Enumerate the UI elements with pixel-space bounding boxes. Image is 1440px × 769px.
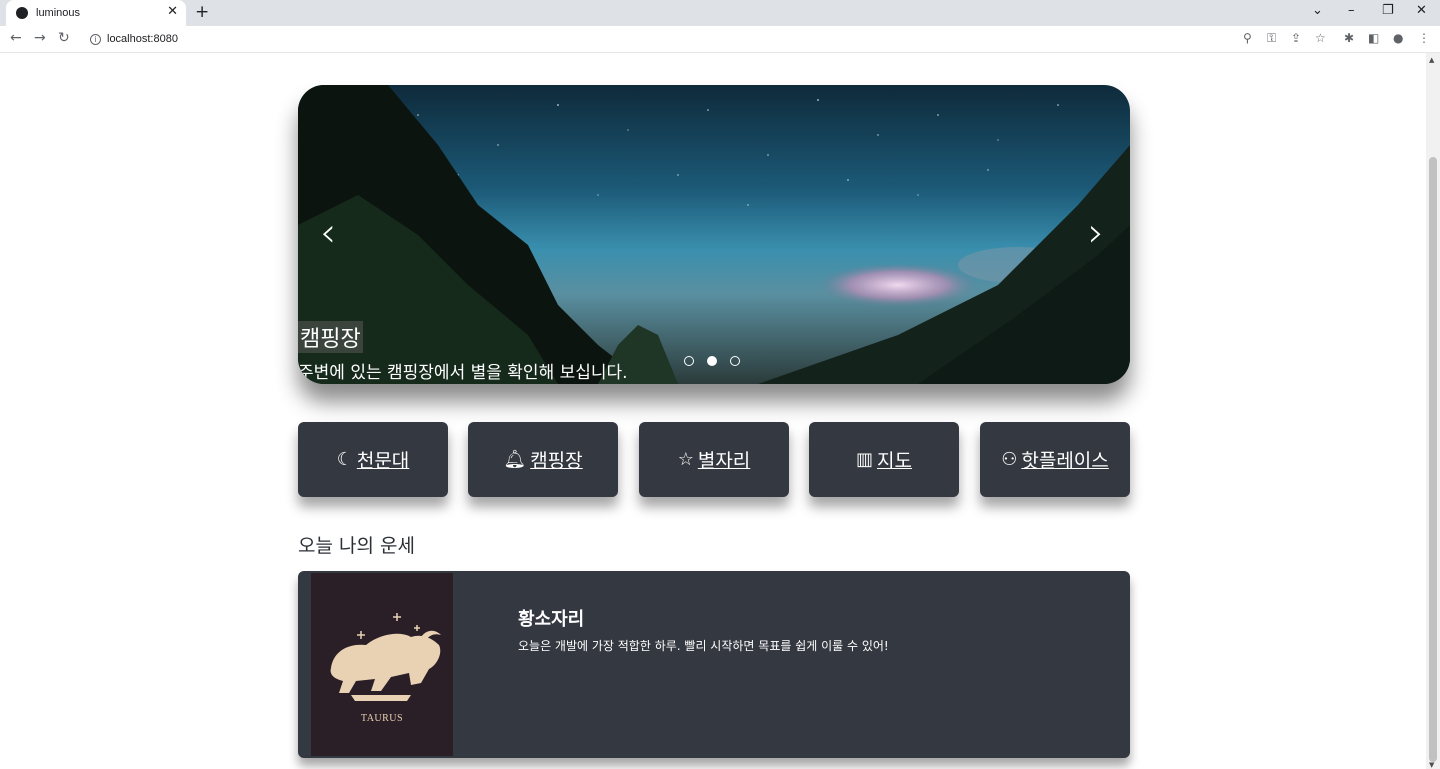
tab-search-icon[interactable]: ⌄ [1312, 3, 1323, 18]
page-content: ‹ › 캠핑장 주변에 있는 캠핑장에서 별을 확인해 보십니다. ☾ 천문대 … [0, 53, 1426, 769]
key-icon[interactable]: ⚿ [1267, 31, 1276, 46]
carousel-indicator[interactable] [730, 356, 740, 366]
browser-tab[interactable]: luminous ✕ [6, 0, 186, 26]
zodiac-sign-name: 황소자리 [518, 609, 585, 630]
moon-icon: ☾ [336, 449, 353, 470]
page-scrollbar[interactable]: ▲ ▼ [1426, 53, 1440, 769]
reload-icon[interactable]: ↻ [58, 30, 70, 46]
fortune-card[interactable]: TAURUS 황소자리 오늘은 개발에 가장 적합한 하루. 빨리 시작하면 목… [298, 571, 1130, 758]
tab-title: luminous [36, 7, 81, 19]
scroll-thumb[interactable] [1429, 157, 1437, 762]
bull-illustration [330, 613, 441, 701]
zodiac-image-caption: TAURUS [360, 713, 404, 724]
nav-card-label: 지도 [877, 450, 912, 472]
profile-icon[interactable]: ● [1393, 31, 1403, 45]
carousel-next-icon[interactable]: › [1088, 213, 1104, 253]
carousel-indicators [684, 356, 740, 366]
nav-card-hotplace[interactable]: ⚇ 핫플레이스 [980, 422, 1130, 497]
nav-card-campsite[interactable]: 🔔︎ 캠핑장 [468, 422, 618, 497]
hero-carousel[interactable]: ‹ › 캠핑장 주변에 있는 캠핑장에서 별을 확인해 보십니다. [298, 85, 1130, 384]
nav-card-label: 별자리 [697, 450, 751, 472]
tab-close-icon[interactable]: ✕ [167, 4, 178, 19]
scroll-down-icon[interactable]: ▼ [1429, 761, 1434, 769]
carousel-caption-description: 주변에 있는 캠핑장에서 별을 확인해 보십니다. [298, 363, 628, 383]
night-sky-image [298, 85, 1130, 384]
scroll-up-icon[interactable]: ▲ [1429, 56, 1434, 64]
carousel-caption-title: 캠핑장 [298, 321, 363, 353]
extensions-icon[interactable]: ✱ [1344, 31, 1354, 45]
forward-icon[interactable]: → [34, 30, 46, 46]
location-icon[interactable]: ⚲ [1243, 31, 1252, 45]
carousel-prev-icon[interactable]: ‹ [320, 213, 336, 253]
nav-card-constellation[interactable]: ☆ 별자리 [639, 422, 789, 497]
back-icon[interactable]: ← [10, 30, 22, 46]
browser-tabbar: luminous ✕ + ⌄ – ❐ ✕ [0, 0, 1440, 26]
nav-card-label: 천문대 [356, 450, 410, 472]
star-icon: ☆ [677, 449, 694, 470]
nav-card-label: 캠핑장 [530, 450, 583, 472]
nav-card-label: 핫플레이스 [1021, 450, 1109, 472]
taurus-image: TAURUS [311, 573, 453, 756]
fortune-section-title: 오늘 나의 운세 [298, 535, 415, 557]
close-window-icon[interactable]: ✕ [1416, 3, 1427, 18]
map-icon: ▥ [856, 449, 874, 470]
minimize-icon[interactable]: – [1348, 3, 1355, 18]
menu-icon[interactable]: ⋮ [1418, 31, 1430, 45]
carousel-indicator[interactable] [684, 356, 694, 366]
new-tab-icon[interactable]: + [195, 2, 209, 22]
fortune-message: 오늘은 개발에 가장 적합한 하루. 빨리 시작하면 목표를 쉽게 이룰 수 있… [518, 639, 889, 653]
nav-card-observatory[interactable]: ☾ 천문대 [298, 422, 448, 497]
nav-card-map[interactable]: ▥ 지도 [809, 422, 959, 497]
url-text: localhost:8080 [107, 33, 178, 45]
address-bar[interactable]: i localhost:8080 [82, 28, 1262, 50]
people-icon: ⚇ [1001, 449, 1018, 470]
restore-icon[interactable]: ❐ [1382, 3, 1394, 18]
share-icon[interactable]: ⇪ [1291, 31, 1301, 45]
category-nav: ☾ 천문대 🔔︎ 캠핑장 ☆ 별자리 ▥ 지도 ⚇ 핫플레이스 [298, 422, 1130, 497]
browser-toolbar: ← → ↻ i localhost:8080 ⚲ ⚿ ⇪ ☆ ✱ ◧ ● ⋮ [0, 26, 1440, 53]
bell-icon: 🔔︎ [503, 449, 527, 470]
side-panel-icon[interactable]: ◧ [1368, 31, 1379, 45]
tab-favicon-icon [16, 7, 28, 19]
carousel-indicator-active[interactable] [707, 356, 717, 366]
site-info-icon[interactable]: i [90, 33, 101, 45]
bookmark-star-icon[interactable]: ☆ [1315, 31, 1326, 45]
